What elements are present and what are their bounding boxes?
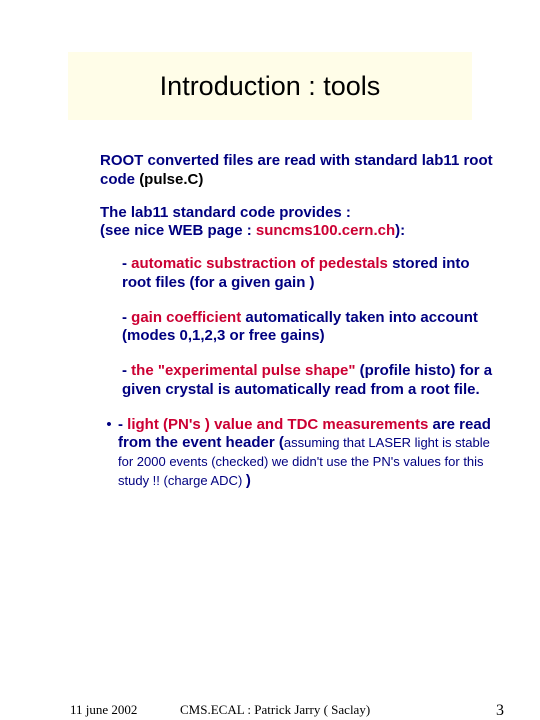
bullet-gain: - gain coefficient automatically taken i… (122, 309, 500, 347)
url-text: suncms100.cern.ch (256, 222, 395, 239)
bullet-pedestals: - automatic substraction of pedestals st… (122, 255, 500, 293)
bullet-light-tdc: • - light (PN's ) value and TDC measurem… (100, 416, 500, 491)
bullet-content: - light (PN's ) value and TDC measuremen… (118, 416, 500, 491)
slide: Introduction : tools ROOT converted file… (0, 0, 540, 720)
text: (see nice WEB page : (100, 222, 256, 239)
title-box: Introduction : tools (68, 52, 472, 120)
dash: - (122, 362, 131, 379)
highlight: light (PN's ) value and TDC measurements (127, 416, 428, 433)
highlight: automatic substraction of pedestals (131, 255, 388, 272)
code-text: (pulse.C) (139, 171, 203, 188)
body: ROOT converted files are read with stand… (100, 152, 500, 491)
footer-date: 11 june 2002 (70, 702, 137, 718)
dash: - (122, 255, 131, 272)
slide-title: Introduction : tools (160, 71, 381, 102)
page-number: 3 (496, 702, 504, 720)
highlight: the "experimental pulse shape" (131, 362, 355, 379)
bullet-dot-icon: • (100, 416, 118, 491)
highlight: gain coefficient (131, 309, 241, 326)
paragraph-provides: The lab11 standard code provides : (see … (100, 204, 500, 242)
close-paren: ) (246, 472, 251, 489)
footer-author: CMS.ECAL : Patrick Jarry ( Saclay) (180, 702, 370, 718)
bullet-pulse-shape: - the "experimental pulse shape" (profil… (122, 362, 500, 400)
paragraph-root: ROOT converted files are read with stand… (100, 152, 500, 190)
dash: - (122, 309, 131, 326)
text: The lab11 standard code provides : (100, 204, 351, 221)
bullet-list: - automatic substraction of pedestals st… (100, 255, 500, 491)
dash: - (118, 416, 127, 433)
text: ): (395, 222, 405, 239)
